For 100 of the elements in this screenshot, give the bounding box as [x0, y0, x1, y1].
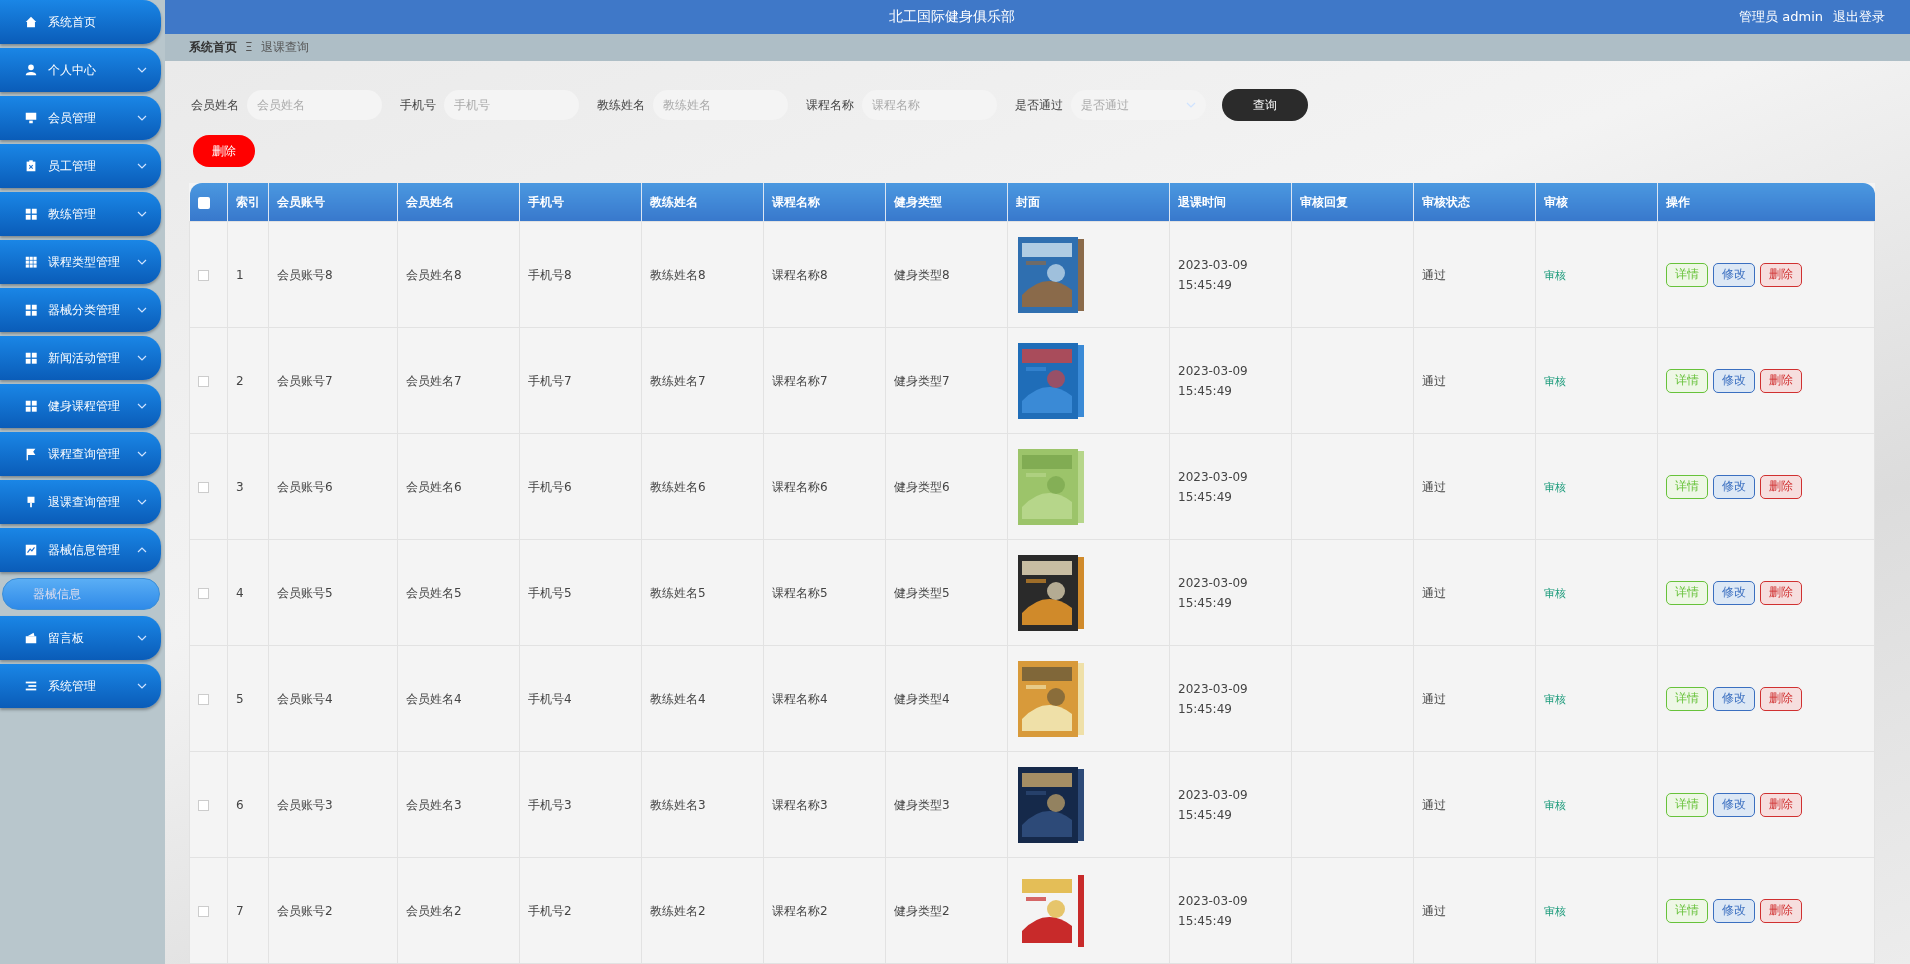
sidebar-item[interactable]: 器械信息管理: [0, 528, 161, 572]
logout-link[interactable]: 退出登录: [1833, 7, 1885, 26]
sidebar-item[interactable]: 器械分类管理: [0, 288, 161, 332]
table-cell: 课程名称3: [763, 751, 886, 858]
row-checkbox[interactable]: [198, 269, 209, 281]
column-header: 会员姓名: [397, 183, 520, 222]
sidebar-item[interactable]: 新闻活动管理: [0, 336, 161, 380]
search-button[interactable]: 查询: [1222, 89, 1308, 121]
delete-button[interactable]: 删除: [193, 135, 255, 167]
table-cell: 手机号4: [519, 645, 642, 752]
table-cell: 通过: [1413, 221, 1536, 328]
sidebar-item[interactable]: 个人中心: [0, 48, 161, 92]
table-cell: 健身类型5: [885, 539, 1008, 646]
column-header: 审核回复: [1291, 183, 1414, 222]
table-cell: 课程名称5: [763, 539, 886, 646]
delete-button[interactable]: 删除: [1760, 262, 1802, 287]
sidebar-item[interactable]: 课程查询管理: [0, 432, 161, 476]
chevron-icon: [137, 211, 147, 217]
table-cell: 2023-03-09 15:45:49: [1169, 751, 1292, 858]
input-field[interactable]: 手机号: [444, 90, 579, 120]
audit-link[interactable]: 审核: [1544, 691, 1566, 707]
row-checkbox[interactable]: [198, 693, 209, 705]
field-label: 课程名称: [806, 96, 854, 114]
audit-link[interactable]: 审核: [1544, 479, 1566, 495]
edit-button[interactable]: 修改: [1713, 580, 1755, 605]
table-cell: 教练姓名3: [641, 751, 764, 858]
audit-link[interactable]: 审核: [1544, 585, 1566, 601]
sidebar-item[interactable]: 退课查询管理: [0, 480, 161, 524]
input-field[interactable]: 会员姓名: [247, 90, 382, 120]
row-checkbox[interactable]: [198, 481, 209, 493]
table-cell: 课程名称4: [763, 645, 886, 752]
table-cell: 3: [227, 433, 269, 540]
edit-button[interactable]: 修改: [1713, 368, 1755, 393]
column-header: 索引: [227, 183, 269, 222]
column-header: 课程名称: [763, 183, 886, 222]
table-cell: 6: [227, 751, 269, 858]
table-cell: 健身类型8: [885, 221, 1008, 328]
sidebar-item[interactable]: 课程类型管理: [0, 240, 161, 284]
sidebar-item[interactable]: 系统管理: [0, 664, 161, 708]
delete-button[interactable]: 删除: [1760, 686, 1802, 711]
table-cell: 会员账号5: [268, 539, 398, 646]
edit-button[interactable]: 修改: [1713, 792, 1755, 817]
sidebar-item[interactable]: 会员管理: [0, 96, 161, 140]
table-cell: 教练姓名8: [641, 221, 764, 328]
sidebar-item[interactable]: 系统首页: [0, 0, 161, 44]
table-cell: 教练姓名7: [641, 327, 764, 434]
select-all-checkbox[interactable]: [197, 196, 210, 209]
audit-link[interactable]: 审核: [1544, 267, 1566, 283]
table-cell: 会员姓名8: [397, 221, 520, 328]
delete-button[interactable]: 删除: [1760, 474, 1802, 499]
sidebar-item[interactable]: 健身课程管理: [0, 384, 161, 428]
flag-icon: [24, 447, 38, 461]
sidebar-item[interactable]: 教练管理: [0, 192, 161, 236]
home-icon: [24, 15, 38, 29]
chart-icon: [24, 543, 38, 557]
table-cell: 会员账号7: [268, 327, 398, 434]
table-cell: 7: [227, 857, 269, 964]
table-cell: 会员账号3: [268, 751, 398, 858]
chevron-icon: [137, 163, 147, 169]
audit-link[interactable]: 审核: [1544, 373, 1566, 389]
edit-button[interactable]: 修改: [1713, 686, 1755, 711]
table-cell: 会员姓名2: [397, 857, 520, 964]
delete-button[interactable]: 删除: [1760, 792, 1802, 817]
grid-icon: [24, 351, 38, 365]
delete-button[interactable]: 删除: [1760, 368, 1802, 393]
edit-button[interactable]: 修改: [1713, 898, 1755, 923]
breadcrumb-link[interactable]: 系统首页: [189, 38, 237, 56]
input-field[interactable]: 教练姓名: [653, 90, 788, 120]
edit-button[interactable]: 修改: [1713, 262, 1755, 287]
table-cell: 手机号6: [519, 433, 642, 540]
sidebar-item[interactable]: 留言板: [0, 616, 161, 660]
table-cell: 会员姓名3: [397, 751, 520, 858]
table-cell: 教练姓名6: [641, 433, 764, 540]
delete-button[interactable]: 删除: [1760, 580, 1802, 605]
table-cell: 2023-03-09 15:45:49: [1169, 645, 1292, 752]
chevron-icon: [137, 403, 147, 409]
table-cell: 课程名称7: [763, 327, 886, 434]
table-cell: 手机号8: [519, 221, 642, 328]
row-checkbox[interactable]: [198, 587, 209, 599]
edit-button[interactable]: 修改: [1713, 474, 1755, 499]
row-checkbox[interactable]: [198, 799, 209, 811]
table-cell: 2023-03-09 15:45:49: [1169, 221, 1292, 328]
chevron-icon: [137, 67, 147, 73]
delete-button[interactable]: 删除: [1760, 898, 1802, 923]
audit-link[interactable]: 审核: [1544, 797, 1566, 813]
row-checkbox[interactable]: [198, 905, 209, 917]
sidebar-item[interactable]: 员工管理: [0, 144, 161, 188]
column-header: 退课时间: [1169, 183, 1292, 222]
submenu-item[interactable]: 器械信息: [2, 578, 160, 610]
table-cell: 通过: [1413, 645, 1536, 752]
table-cell: 2023-03-09 15:45:49: [1169, 857, 1292, 964]
table-cell: 手机号7: [519, 327, 642, 434]
column-header: 会员账号: [268, 183, 398, 222]
table-cell: 会员姓名5: [397, 539, 520, 646]
input-field[interactable]: 课程名称: [862, 90, 997, 120]
table-cell: 健身类型3: [885, 751, 1008, 858]
select-field[interactable]: 是否通过: [1071, 90, 1206, 120]
audit-link[interactable]: 审核: [1544, 903, 1566, 919]
chevron-icon: [137, 635, 147, 641]
row-checkbox[interactable]: [198, 375, 209, 387]
